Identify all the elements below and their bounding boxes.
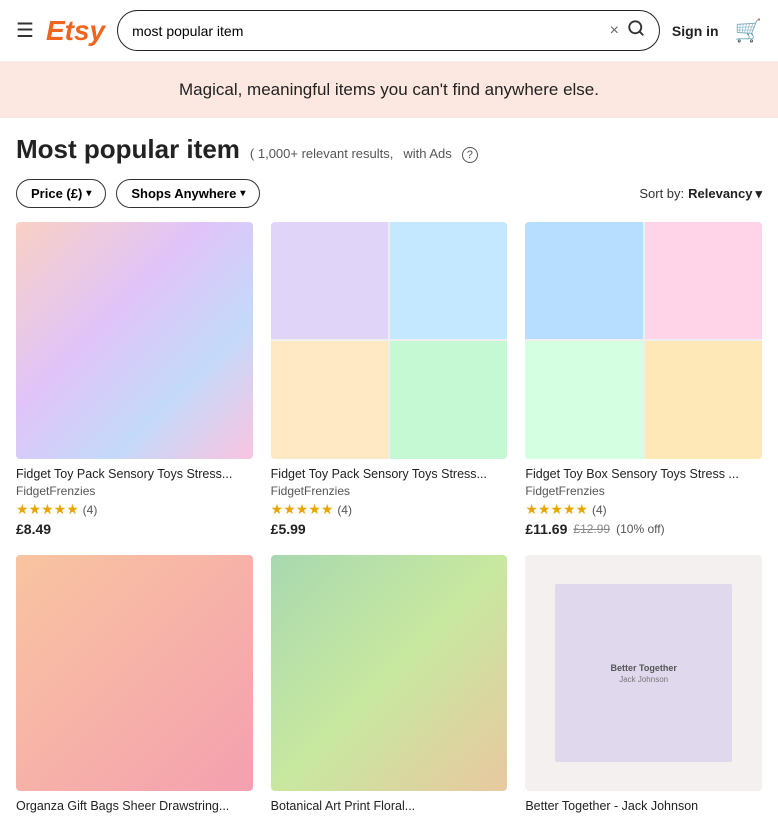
search-bar: × [117, 10, 660, 51]
product-stars: ★★★★★ (4) [16, 501, 253, 518]
ads-help-icon[interactable]: ? [462, 147, 478, 163]
product-price: £11.69 [525, 521, 567, 537]
hamburger-menu[interactable]: ☰ [16, 18, 34, 43]
discount-label: (10% off) [616, 522, 664, 536]
product-price: £5.99 [271, 521, 306, 537]
shops-filter-button[interactable]: Shops Anywhere ▾ [116, 179, 260, 208]
product-image [16, 222, 253, 459]
product-grid: Fidget Toy Pack Sensory Toys Stress... F… [16, 222, 762, 816]
product-price-row: £8.49 [16, 521, 253, 537]
product-image [525, 222, 762, 459]
search-input[interactable] [132, 23, 601, 39]
sort-row: Sort by: Relevancy ▾ [639, 186, 762, 202]
promo-banner: Magical, meaningful items you can't find… [0, 62, 778, 118]
price-filter-button[interactable]: Price (£) ▾ [16, 179, 106, 208]
filter-row: Price (£) ▾ Shops Anywhere ▾ Sort by: Re… [16, 179, 762, 208]
shops-filter-label: Shops Anywhere [131, 186, 236, 201]
page-title: Most popular item [16, 134, 240, 165]
product-stars: ★★★★★ (4) [525, 501, 762, 518]
product-price-row: £11.69 £12.99 (10% off) [525, 521, 762, 537]
page-title-row: Most popular item ( 1,000+ relevant resu… [16, 134, 762, 165]
header: ☰ Etsy × Sign in 🛒 [0, 0, 778, 62]
product-shop: FidgetFrenzies [525, 484, 762, 498]
product-title: Botanical Art Print Floral... [271, 799, 508, 813]
product-title: Fidget Toy Box Sensory Toys Stress ... [525, 467, 762, 481]
header-actions: Sign in 🛒 [672, 18, 762, 44]
banner-text: Magical, meaningful items you can't find… [20, 80, 758, 100]
product-title: Fidget Toy Pack Sensory Toys Stress... [16, 467, 253, 481]
price-filter-label: Price (£) [31, 186, 82, 201]
product-shop: FidgetFrenzies [271, 484, 508, 498]
product-image [271, 222, 508, 459]
product-price: £8.49 [16, 521, 51, 537]
product-image [271, 555, 508, 792]
clear-search-button[interactable]: × [610, 22, 619, 40]
product-card[interactable]: Fidget Toy Pack Sensory Toys Stress... F… [271, 222, 508, 537]
product-title: Organza Gift Bags Sheer Drawstring... [16, 799, 253, 813]
product-title: Better Together - Jack Johnson [525, 799, 762, 813]
product-stars: ★★★★★ (4) [271, 501, 508, 518]
original-price: £12.99 [573, 522, 610, 536]
etsy-logo[interactable]: Etsy [46, 15, 105, 47]
product-card[interactable]: Organza Gift Bags Sheer Drawstring... [16, 555, 253, 816]
sort-chevron-icon: ▾ [755, 186, 762, 202]
cart-icon[interactable]: 🛒 [735, 18, 762, 44]
product-card[interactable]: Fidget Toy Box Sensory Toys Stress ... F… [525, 222, 762, 537]
sign-in-link[interactable]: Sign in [672, 23, 719, 39]
shops-chevron-icon: ▾ [240, 188, 245, 199]
price-chevron-icon: ▾ [86, 188, 91, 199]
product-image [16, 555, 253, 792]
search-button[interactable] [627, 19, 645, 42]
product-image: Better Together Jack Johnson [525, 555, 762, 792]
product-price-row: £5.99 [271, 521, 508, 537]
main-content: Most popular item ( 1,000+ relevant resu… [0, 118, 778, 816]
ads-label: with Ads [403, 146, 451, 161]
product-title: Fidget Toy Pack Sensory Toys Stress... [271, 467, 508, 481]
sort-value-button[interactable]: Relevancy ▾ [688, 186, 762, 202]
product-card[interactable]: Botanical Art Print Floral... [271, 555, 508, 816]
product-card[interactable]: Fidget Toy Pack Sensory Toys Stress... F… [16, 222, 253, 537]
result-count: ( 1,000+ relevant results, [250, 146, 393, 161]
sort-label: Sort by: [639, 186, 684, 201]
product-card[interactable]: Better Together Jack Johnson Better Toge… [525, 555, 762, 816]
product-shop: FidgetFrenzies [16, 484, 253, 498]
